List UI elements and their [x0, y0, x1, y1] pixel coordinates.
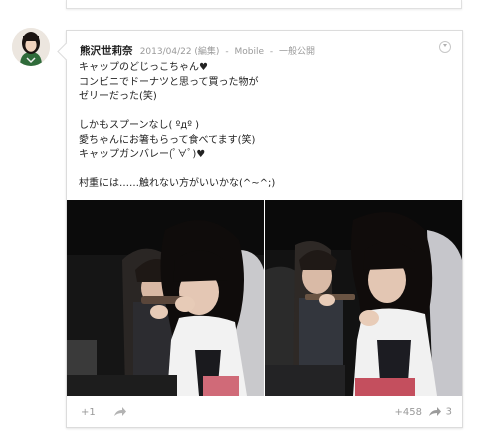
- post-actions: +1 +458 3: [67, 399, 462, 427]
- author-avatar[interactable]: [12, 28, 50, 66]
- photo-left[interactable]: [67, 200, 264, 396]
- post-line: コンビニでドーナツと思って買った物が: [79, 76, 259, 88]
- post-line: 村重には……触れない方がいいかな(^~^;): [79, 178, 276, 189]
- post-date[interactable]: 2013/04/22 (編集): [140, 47, 220, 57]
- share-count-button[interactable]: 3: [428, 406, 452, 418]
- chevron-down-icon[interactable]: [439, 41, 451, 53]
- post-line: キャップガンバレー(ﾟ∀ﾟ)♥: [79, 149, 206, 160]
- photo-album: [67, 200, 462, 396]
- post-line: ゼリーだった(笑): [79, 91, 157, 102]
- share-count: 3: [445, 406, 452, 418]
- post-visibility[interactable]: 一般公開: [279, 47, 315, 57]
- plus-one-count[interactable]: +458: [395, 407, 422, 418]
- previous-post-card: [66, 0, 462, 9]
- post-header: 熊沢世莉奈 2013/04/22 (編集) - Mobile - 一般公開: [80, 45, 315, 57]
- post-line: キャップのどじっこちゃん♥: [79, 62, 208, 73]
- photo-right[interactable]: [265, 200, 462, 396]
- author-name[interactable]: 熊沢世莉奈: [80, 45, 133, 57]
- post-line: 愛ちゃんにお箸もらって食べてます(笑): [79, 134, 256, 146]
- post-body: キャップのどじっこちゃん♥ コンビニでドーナツと思って買った物が ゼリーだった(…: [79, 61, 449, 192]
- post-line: しかもスプーンなし( ºдº ): [79, 120, 199, 131]
- plus-one-button[interactable]: +1: [81, 407, 96, 418]
- share-arrow-icon: [428, 407, 445, 418]
- post-card: 熊沢世莉奈 2013/04/22 (編集) - Mobile - 一般公開 キャ…: [66, 30, 463, 428]
- post-source: Mobile: [234, 47, 264, 57]
- share-arrow-icon[interactable]: [113, 406, 127, 418]
